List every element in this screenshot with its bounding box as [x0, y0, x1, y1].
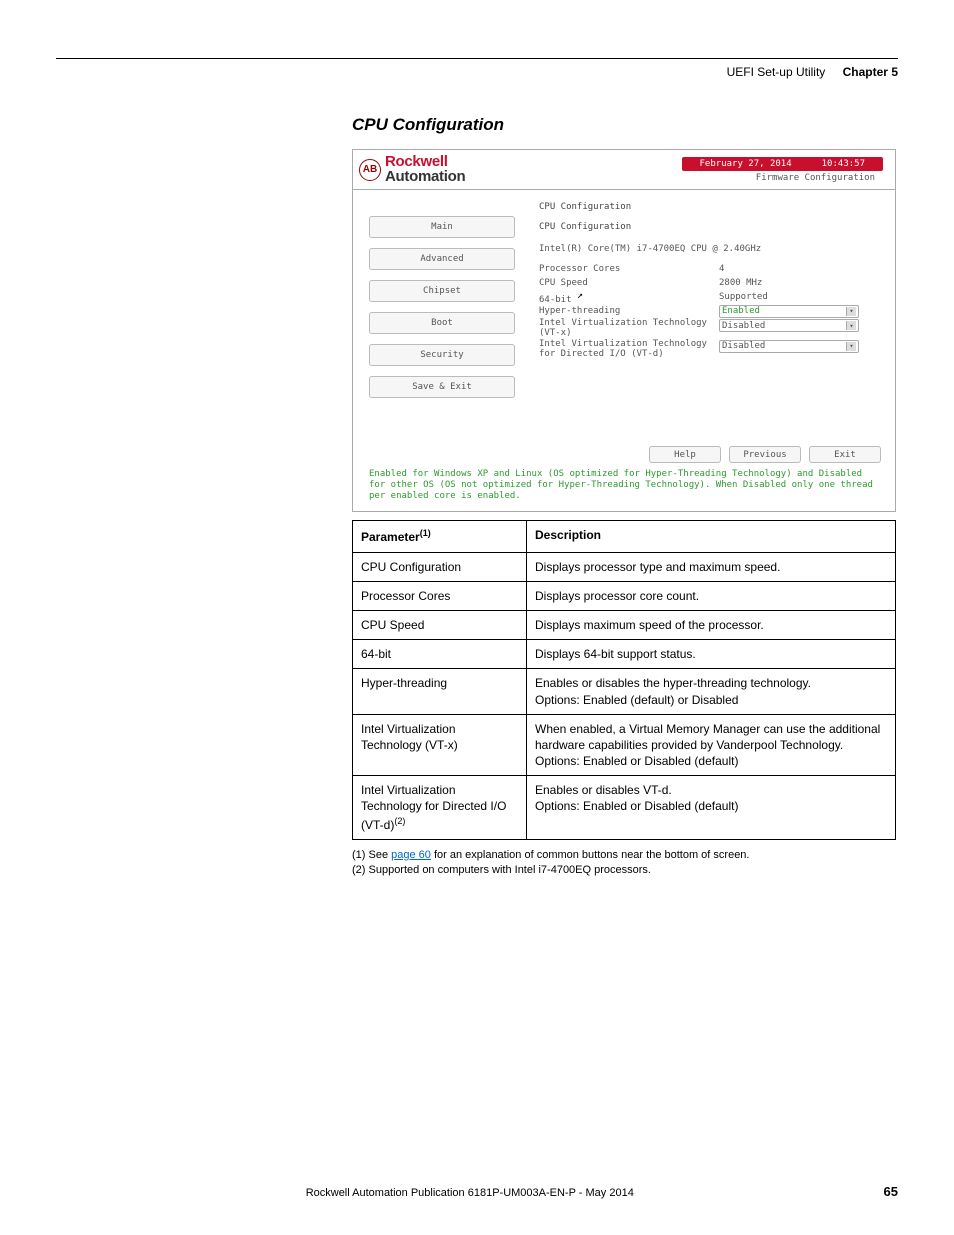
bios-nav: Main Advanced Chipset Boot Security Save…	[353, 190, 531, 440]
bios-nav-boot[interactable]: Boot	[369, 312, 515, 334]
bios-help-button[interactable]: Help	[649, 446, 721, 463]
bios-nav-security[interactable]: Security	[369, 344, 515, 366]
bios-dd-vtd-label: Intel Virtualization Technology for Dire…	[539, 340, 719, 360]
bios-row-cores-label: Processor Cores	[539, 264, 719, 274]
bios-dd-ht[interactable]: Enabled▾	[719, 305, 859, 318]
bios-row-speed-value: 2800 MHz	[719, 278, 762, 288]
bios-time: 10:43:57	[822, 159, 865, 169]
param-cell: Intel Virtualization Technology (VT-x)	[353, 714, 527, 776]
param-cell: Hyper-threading	[353, 669, 527, 714]
bios-dd-vtx-label: Intel Virtualization Technology (VT-x)	[539, 319, 719, 339]
param-cell: Processor Cores	[353, 581, 527, 610]
bios-firmware-label: Firmware Configuration	[756, 173, 875, 183]
param-cell: 64-bit	[353, 640, 527, 669]
bios-row-64bit-value: Supported	[719, 292, 768, 302]
bios-previous-button[interactable]: Previous	[729, 446, 801, 463]
brand-line2: Automation	[385, 168, 465, 185]
running-header: UEFI Set-up Utility Chapter 5	[56, 65, 898, 79]
desc-cell: Displays 64-bit support status.	[527, 640, 896, 669]
footnote-1: (1) See page 60 for an explanation of co…	[352, 848, 900, 863]
bios-logo: AB Rockwell Automation	[353, 155, 531, 184]
header-chapter: Chapter 5	[843, 65, 898, 79]
bios-row-cores-value: 4	[719, 264, 724, 274]
publication-line: Rockwell Automation Publication 6181P-UM…	[56, 1187, 884, 1199]
bios-header: AB Rockwell Automation February 27, 2014…	[353, 150, 895, 190]
param-cell: Intel Virtualization Technology for Dire…	[353, 776, 527, 840]
parameter-table: Parameter(1) Description CPU Configurati…	[352, 520, 896, 839]
bios-dd-ht-label: Hyper-threading	[539, 306, 719, 316]
page-footer: Rockwell Automation Publication 6181P-UM…	[56, 1184, 898, 1199]
bios-dd-vtd[interactable]: Disabled▾	[719, 340, 859, 353]
bios-title: CPU Configuration	[539, 202, 881, 212]
table-row: Intel Virtualization Technology for Dire…	[353, 776, 896, 840]
col-header-description: Description	[527, 521, 896, 552]
table-row: CPU ConfigurationDisplays processor type…	[353, 552, 896, 581]
table-row: Processor CoresDisplays processor core c…	[353, 581, 896, 610]
desc-cell: Enables or disables VT-d. Options: Enabl…	[527, 776, 896, 840]
footnote-link[interactable]: page 60	[391, 849, 431, 861]
page-number: 65	[884, 1184, 898, 1199]
param-cell: CPU Speed	[353, 610, 527, 639]
ab-badge-icon: AB	[359, 159, 381, 181]
bios-subtitle: CPU Configuration	[539, 222, 881, 232]
bios-row-speed-label: CPU Speed	[539, 278, 719, 288]
cursor-icon	[577, 290, 585, 302]
bios-nav-chipset[interactable]: Chipset	[369, 280, 515, 302]
desc-cell: Displays maximum speed of the processor.	[527, 610, 896, 639]
section-title: CPU Configuration	[352, 115, 900, 135]
bios-nav-save-exit[interactable]: Save & Exit	[369, 376, 515, 398]
dropdown-arrow-icon: ▾	[846, 321, 856, 330]
table-row: Hyper-threadingEnables or disables the h…	[353, 669, 896, 714]
bios-header-right: February 27, 2014 10:43:57 Firmware Conf…	[531, 150, 895, 189]
desc-cell: When enabled, a Virtual Memory Manager c…	[527, 714, 896, 776]
desc-cell: Displays processor type and maximum spee…	[527, 552, 896, 581]
col-header-parameter: Parameter(1)	[353, 521, 527, 552]
bios-row-64bit-label: 64-bit	[539, 290, 719, 305]
table-row: Intel Virtualization Technology (VT-x)Wh…	[353, 714, 896, 776]
bios-nav-advanced[interactable]: Advanced	[369, 248, 515, 270]
bios-cpu-line: Intel(R) Core(TM) i7-4700EQ CPU @ 2.40GH…	[539, 244, 761, 254]
bios-date: February 27, 2014	[700, 159, 792, 169]
dropdown-arrow-icon: ▾	[846, 307, 856, 316]
table-row: CPU SpeedDisplays maximum speed of the p…	[353, 610, 896, 639]
bios-main-panel: CPU Configuration CPU Configuration Inte…	[531, 190, 895, 440]
bios-datetime: February 27, 2014 10:43:57	[682, 157, 883, 171]
desc-cell: Displays processor core count.	[527, 581, 896, 610]
param-cell: CPU Configuration	[353, 552, 527, 581]
bios-screenshot: AB Rockwell Automation February 27, 2014…	[352, 149, 896, 512]
rockwell-automation-logo: Rockwell Automation	[385, 155, 465, 184]
bios-nav-main[interactable]: Main	[369, 216, 515, 238]
bios-dd-vtx[interactable]: Disabled▾	[719, 319, 859, 332]
header-section: UEFI Set-up Utility	[727, 65, 826, 79]
header-rule	[56, 58, 898, 59]
footnotes: (1) See page 60 for an explanation of co…	[352, 848, 900, 879]
bios-exit-button[interactable]: Exit	[809, 446, 881, 463]
table-row: 64-bitDisplays 64-bit support status.	[353, 640, 896, 669]
desc-cell: Enables or disables the hyper-threading …	[527, 669, 896, 714]
bios-help-text: Enabled for Windows XP and Linux (OS opt…	[353, 469, 895, 511]
footnote-2: (2) Supported on computers with Intel i7…	[352, 863, 900, 878]
bios-bottom-buttons: Help Previous Exit	[353, 440, 895, 469]
dropdown-arrow-icon: ▾	[846, 342, 856, 351]
